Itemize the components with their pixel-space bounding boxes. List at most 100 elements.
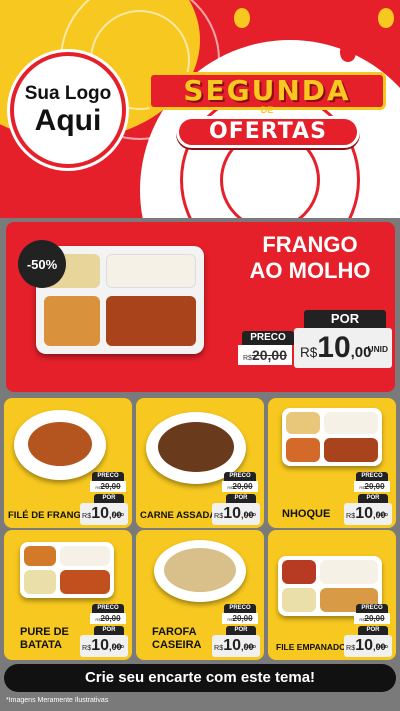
preco-label: PRECO	[92, 604, 124, 613]
new-price-currency: R$	[82, 511, 92, 520]
product-card[interactable]: FILÉ DE FRANGO PRECO R$20,00 POR R$10,00 UNI…	[4, 398, 132, 528]
new-price-currency: R$	[346, 643, 356, 652]
new-price: R$10,00 UNID	[344, 635, 392, 657]
new-price-currency: R$	[82, 643, 92, 652]
unit-label: UNID	[377, 644, 388, 649]
title-connector: DE	[260, 105, 274, 115]
old-price-value: 20,00	[100, 614, 121, 623]
product-name: PURE DE BATATA	[20, 626, 69, 652]
unit-label: UNID	[113, 644, 124, 649]
preco-label: PRECO	[242, 331, 294, 345]
offer-title: SEGUNDA DE OFERTAS	[148, 72, 386, 148]
product-image	[282, 408, 382, 466]
discount-badge: -50%	[18, 240, 66, 288]
new-price-int: 10	[223, 637, 241, 654]
balloon-icon	[378, 8, 394, 28]
product-card[interactable]: PURE DE BATATA PRECO R$20,00 POR R$10,00 UNI…	[4, 530, 132, 660]
old-price: R$20,00	[222, 481, 258, 492]
unit-label: UNID	[245, 512, 256, 517]
preco-label: PRECO	[224, 472, 256, 481]
new-price-int: 10	[317, 331, 351, 364]
new-price-int: 10	[355, 637, 373, 654]
featured-offer-card[interactable]: -50% FRANGO AO MOLHO PRECO R$20,00 POR R…	[6, 222, 395, 392]
featured-name-line2: AO MOLHO	[249, 258, 371, 283]
product-name: FAROFA CASEIRA	[152, 626, 202, 652]
new-price-int: 10	[355, 505, 373, 522]
product-image	[20, 542, 114, 598]
unit-label: UNID	[113, 512, 124, 517]
new-price-int: 10	[223, 505, 241, 522]
new-price-currency: R$	[300, 345, 318, 360]
unit-label: UNID	[245, 644, 256, 649]
old-price: R$20,00	[354, 613, 390, 624]
product-name-line2: CASEIRA	[152, 639, 202, 651]
new-price: R$10,00 UNID	[80, 635, 128, 657]
product-name-line2: BATATA	[20, 639, 62, 651]
unit-label: UNID	[367, 344, 388, 354]
new-price: R$10,00 UNID	[212, 503, 260, 525]
product-name-line1: PURE DE	[20, 626, 69, 638]
por-label: POR	[358, 494, 388, 503]
old-price: R$20,00	[238, 345, 292, 365]
new-price: R$10,00 UNID	[80, 503, 128, 525]
old-price-currency: R$	[243, 355, 252, 362]
product-name: NHOQUE	[282, 508, 331, 520]
price-tag: PRECO R$20,00 POR R$10,00 UNID	[344, 472, 392, 526]
title-ofertas: OFERTAS	[176, 116, 360, 148]
header-banner: Sua Logo Aqui SEGUNDA DE OFERTAS	[0, 0, 400, 218]
balloon-icon	[340, 42, 356, 62]
old-price: R$20,00	[90, 613, 126, 624]
product-card[interactable]: CARNE ASSADA PRECO R$20,00 POR R$10,00 UNID	[136, 398, 264, 528]
disclaimer: *Imagens Meramente Ilustrativas	[6, 697, 109, 704]
price-tag: PRECO R$20,00 POR R$10,00 UNID	[212, 604, 260, 658]
new-price-currency: R$	[214, 511, 224, 520]
old-price-value: 20,00	[232, 482, 253, 491]
preco-label: PRECO	[356, 472, 388, 481]
new-price-int: 10	[91, 637, 109, 654]
unit-label: UNID	[377, 512, 388, 517]
featured-name-line1: FRANGO	[262, 232, 358, 257]
product-card[interactable]: FILE EMPANADO PRECO R$20,00 POR R$10,00 UNID	[268, 530, 396, 660]
new-price: R$10,00 UNID	[212, 635, 260, 657]
product-name: FILÉ DE FRANGO	[8, 510, 89, 521]
price-tag: PRECO R$20,00 POR R$10,00 UNID	[80, 472, 128, 526]
product-card[interactable]: NHOQUE PRECO R$20,00 POR R$10,00 UNID	[268, 398, 396, 528]
product-card[interactable]: FAROFA CASEIRA PRECO R$20,00 POR R$10,00 UNI…	[136, 530, 264, 660]
old-price-value: 20,00	[251, 347, 287, 363]
balloon-icon	[234, 8, 250, 28]
product-name: FILE EMPANADO	[276, 642, 346, 652]
new-price: R$10,00 UNID	[344, 503, 392, 525]
balloon-icon	[86, 12, 102, 32]
logo-text-line1: Sua Logo	[24, 83, 112, 104]
old-price-value: 20,00	[232, 614, 253, 623]
product-image	[14, 410, 106, 480]
featured-price-tag: PRECO R$20,00 POR R$10,00 UNID	[234, 308, 394, 374]
product-name: CARNE ASSADA	[140, 510, 217, 521]
new-price: R$10,00 UNID	[294, 328, 392, 368]
old-price: R$20,00	[222, 613, 258, 624]
preco-label: PRECO	[356, 604, 388, 613]
por-label: POR	[94, 626, 124, 635]
new-price-int: 10	[91, 505, 109, 522]
por-label: POR	[304, 310, 386, 328]
old-price-value: 20,00	[100, 482, 121, 491]
preco-label: PRECO	[92, 472, 124, 481]
preco-label: PRECO	[224, 604, 256, 613]
new-price-currency: R$	[214, 643, 224, 652]
old-price: R$20,00	[354, 481, 390, 492]
new-price-currency: R$	[346, 511, 356, 520]
logo-text-line2: Aqui	[34, 104, 102, 137]
product-image	[154, 540, 246, 602]
old-price-value: 20,00	[364, 614, 385, 623]
logo-placeholder[interactable]: Sua Logo Aqui	[10, 52, 126, 168]
old-price: R$20,00	[90, 481, 126, 492]
price-tag: PRECO R$20,00 POR R$10,00 UNID	[212, 472, 260, 526]
cta-banner[interactable]: Crie seu encarte com este tema!	[4, 664, 396, 692]
por-label: POR	[226, 626, 256, 635]
por-label: POR	[226, 494, 256, 503]
old-price-value: 20,00	[364, 482, 385, 491]
balloon-icon	[306, 16, 322, 36]
featured-product-name: FRANGO AO MOLHO	[235, 232, 385, 284]
por-label: POR	[358, 626, 388, 635]
price-tag: PRECO R$20,00 POR R$10,00 UNID	[80, 604, 128, 658]
